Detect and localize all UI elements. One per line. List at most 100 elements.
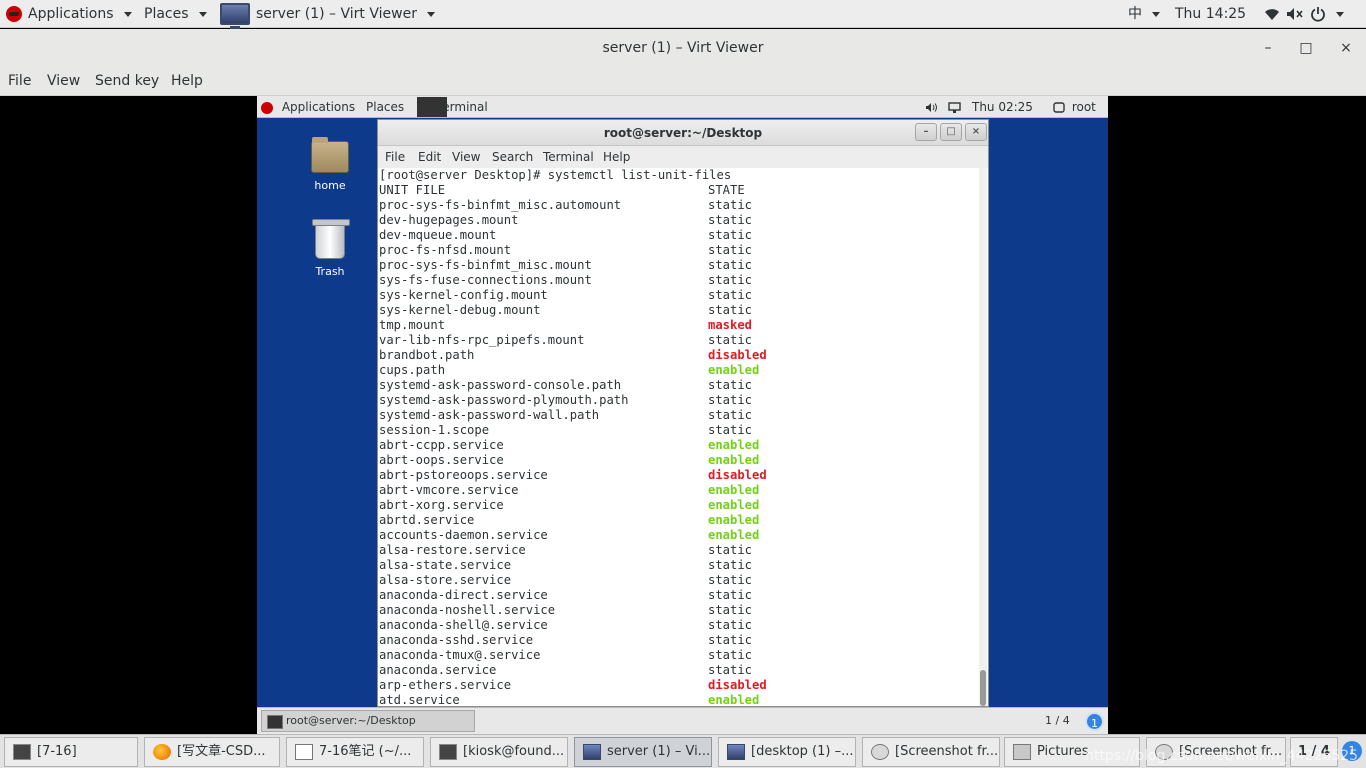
terminal-close-button[interactable]: ×: [965, 123, 987, 141]
unit-file-name: sys-kernel-config.mount: [379, 288, 548, 302]
taskbar-item-notes[interactable]: 7-16笔记 (~/...: [286, 737, 424, 767]
network-icon: [948, 101, 961, 113]
notification-badge[interactable]: 1: [1342, 741, 1362, 761]
unit-file-name: atd.service: [379, 693, 460, 706]
terminal-menu-help[interactable]: Help: [603, 150, 630, 164]
desktop-home-icon[interactable]: home: [295, 137, 365, 192]
guest-user-label: root: [1071, 100, 1096, 114]
terminal-window[interactable]: root@server:~/Desktop – □ × File Edit Vi…: [377, 119, 989, 707]
notepad-icon: [295, 744, 313, 760]
taskbar-item-csdn[interactable]: [写文章-CSD...: [144, 737, 280, 767]
guest-user-menu[interactable]: root: [1053, 96, 1096, 118]
terminal-prompt-line: [root@server Desktop]# systemctl list-un…: [379, 168, 732, 182]
taskbar-item-label: [Screenshot fr...: [1179, 744, 1283, 759]
scrollbar-thumb[interactable]: [980, 670, 986, 706]
guest-display[interactable]: Applications Places Terminal Thu 02:25 r…: [257, 96, 1108, 734]
menu-send-key[interactable]: Send key: [95, 73, 159, 89]
unit-file-state: enabled: [708, 438, 760, 452]
host-applications-label: Applications: [28, 6, 114, 22]
column-header-state: STATE: [708, 183, 745, 197]
unit-file-name: abrt-pstoreoops.service: [379, 468, 548, 482]
terminal-menu-terminal[interactable]: Terminal: [543, 150, 594, 164]
guest-places-menu[interactable]: Places: [366, 96, 404, 118]
taskbar-item-server-viewer[interactable]: server (1) – Vi...: [574, 737, 712, 767]
guest-clock[interactable]: Thu 02:25: [972, 96, 1033, 118]
taskbar-item-label: [desktop (1) –...: [751, 744, 854, 759]
notification-badge[interactable]: 1: [1085, 712, 1104, 731]
taskbar-item-label: server (1) – Vi...: [607, 744, 711, 759]
workspace-pager[interactable]: 1 / 4: [1290, 737, 1338, 767]
unit-file-state: static: [708, 648, 753, 662]
terminal-output[interactable]: [root@server Desktop]# systemctl list-un…: [378, 168, 978, 706]
folder-icon: [1013, 744, 1031, 760]
unit-file-state: static: [708, 213, 753, 227]
redhat-logo-icon: [261, 101, 273, 114]
virt-viewer-titlebar: server (1) – Virt Viewer – □ ×: [0, 29, 1366, 67]
taskbar-item-screenshot-1[interactable]: [Screenshot fr...: [862, 737, 1000, 767]
terminal-menu-view[interactable]: View: [452, 150, 480, 164]
minimize-button[interactable]: –: [1256, 29, 1280, 67]
close-button[interactable]: ×: [1334, 29, 1358, 67]
unit-file-state: static: [708, 543, 753, 557]
terminal-minimize-button[interactable]: –: [915, 123, 937, 141]
unit-file-name: systemd-ask-password-plymouth.path: [379, 393, 629, 407]
monitor-icon: [220, 3, 250, 29]
unit-file-state: enabled: [708, 453, 760, 467]
guest-taskbar-terminal[interactable]: root@server:~/Desktop: [261, 710, 475, 732]
terminal-menu-edit[interactable]: Edit: [418, 150, 441, 164]
terminal-menu-search[interactable]: Search: [492, 150, 533, 164]
unit-file-state: static: [708, 243, 753, 257]
terminal-maximize-button[interactable]: □: [940, 123, 962, 141]
menu-help[interactable]: Help: [171, 73, 203, 89]
screenshot-icon: [1155, 744, 1173, 760]
unit-file-name: abrtd.service: [379, 513, 475, 527]
unit-file-state: enabled: [708, 693, 760, 706]
guest-terminal-task[interactable]: Terminal: [437, 96, 488, 118]
taskbar-item-label: Pictures: [1037, 744, 1089, 759]
virt-viewer-title: server (1) – Virt Viewer: [602, 40, 764, 56]
desktop-trash-icon[interactable]: Trash: [295, 219, 365, 278]
terminal-scrollbar[interactable]: [979, 168, 987, 706]
unit-file-state: static: [708, 423, 753, 437]
menu-file[interactable]: File: [8, 73, 31, 89]
home-folder-icon: [311, 137, 349, 173]
guest-status-area[interactable]: [925, 96, 961, 118]
unit-file-name: proc-fs-nfsd.mount: [379, 243, 512, 257]
unit-file-name: cups.path: [379, 363, 446, 377]
taskbar-item-desktop-viewer[interactable]: [desktop (1) –...: [718, 737, 856, 767]
taskbar-item-kiosk[interactable]: [kiosk@found...: [430, 737, 568, 767]
wifi-icon: [1265, 9, 1279, 20]
monitor-icon: [583, 744, 601, 760]
taskbar-item-pictures[interactable]: Pictures: [1004, 737, 1140, 767]
menu-view[interactable]: View: [47, 73, 80, 89]
taskbar-item-label: [7-16]: [37, 744, 77, 759]
terminal-titlebar[interactable]: root@server:~/Desktop – □ ×: [378, 120, 988, 146]
column-header-unit: UNIT FILE: [379, 183, 446, 197]
trash-icon: [312, 219, 350, 259]
terminal-menu-file[interactable]: File: [385, 150, 405, 164]
taskbar-item-screenshot-2[interactable]: [Screenshot fr...: [1146, 737, 1286, 767]
taskbar-item-7-16[interactable]: [7-16]: [4, 737, 138, 767]
guest-workspace-indicator[interactable]: 1 / 4: [1045, 714, 1070, 727]
guest-applications-menu[interactable]: Applications: [261, 96, 355, 118]
taskbar-item-label: [kiosk@found...: [463, 744, 565, 759]
unit-file-name: brandbot.path: [379, 348, 475, 362]
guest-top-bar: Applications Places Terminal Thu 02:25 r…: [257, 96, 1108, 118]
host-clock[interactable]: Thu 14:25: [1175, 0, 1246, 28]
chevron-down-icon: [1152, 11, 1160, 17]
host-window-menu[interactable]: server (1) – Virt Viewer: [220, 0, 435, 29]
host-places-label: Places: [144, 6, 189, 22]
host-clock-label: Thu 14:25: [1175, 6, 1247, 22]
unit-file-name: sys-fs-fuse-connections.mount: [379, 273, 592, 287]
status-area[interactable]: [1264, 0, 1344, 28]
host-applications-menu[interactable]: Applications: [6, 0, 132, 28]
unit-file-name: abrt-ccpp.service: [379, 438, 504, 452]
host-places-menu[interactable]: Places: [144, 0, 207, 28]
unit-file-state: static: [708, 573, 753, 587]
unit-file-name: anaconda-tmux@.service: [379, 648, 541, 662]
desktop-trash-label: Trash: [315, 265, 345, 278]
unit-file-name: anaconda-noshell.service: [379, 603, 556, 617]
maximize-button[interactable]: □: [1294, 29, 1318, 67]
input-method-indicator[interactable]: 中: [1128, 0, 1160, 28]
unit-file-name: systemd-ask-password-console.path: [379, 378, 622, 392]
